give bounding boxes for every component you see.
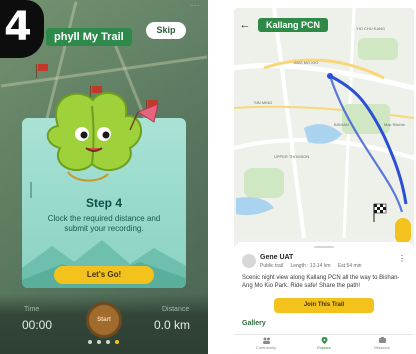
- trail-detail-screen: YIO CHU KANG ANG MO KIO BISHAN SIN MING …: [234, 8, 414, 354]
- trail-description: Scenic night view along Kallang PCN all …: [242, 275, 400, 289]
- page-dot: [115, 340, 119, 344]
- start-record-button[interactable]: Start: [86, 302, 122, 338]
- start-record-label: Start: [97, 317, 111, 323]
- map-pin-icon: [321, 337, 327, 344]
- map-label: SIN MING: [254, 100, 272, 105]
- map-label: ANG MO KIO: [294, 60, 318, 65]
- step-number-badge: 4: [0, 0, 44, 58]
- bottom-tab-bar: Community Explore Missions: [234, 334, 414, 354]
- missions-icon: [378, 337, 386, 343]
- join-trail-button[interactable]: Join This Trail: [274, 298, 374, 313]
- sheet-handle[interactable]: [314, 246, 334, 248]
- author-name: Gene UAT: [260, 254, 294, 261]
- tab-missions[interactable]: Missions: [362, 337, 402, 350]
- time-label: Time: [24, 306, 40, 313]
- trail-name: Kallang PCN: [258, 18, 329, 32]
- step-title: Step 4: [85, 196, 122, 210]
- tab-label: Explore: [317, 345, 331, 350]
- tab-explore[interactable]: Explore: [304, 337, 344, 350]
- flag-marker-icon: [36, 64, 48, 78]
- app-showcase: ··· phyll My Trail Skip Step 4 Clock the…: [0, 0, 416, 354]
- tab-label: Community: [255, 345, 277, 350]
- trail-map[interactable]: YIO CHU KANG ANG MO KIO BISHAN SIN MING …: [234, 8, 414, 238]
- recenter-button[interactable]: [395, 218, 411, 244]
- trail-visibility: Public trail: [260, 263, 284, 269]
- onboarding-screen: ··· phyll My Trail Skip Step 4 Clock the…: [0, 0, 208, 354]
- trail-header: ← Kallang PCN: [238, 16, 329, 34]
- step-description: Clock the required distance and submit y…: [47, 214, 161, 233]
- map-label: Mac Ritchie: [384, 122, 406, 127]
- distance-label: Distance: [162, 306, 190, 313]
- map-label: BISHAN: [334, 122, 349, 127]
- trail-info-sheet: Gene UAT Public trail Length : 13.14 km …: [234, 242, 414, 354]
- page-dot: [106, 340, 110, 344]
- back-arrow-icon[interactable]: ←: [238, 18, 252, 32]
- distance-value: 0.0 km: [154, 318, 191, 332]
- trail-meta: Public trail Length : 13.14 km Est 54 mi…: [260, 263, 368, 269]
- map-label: UPPER THOMSON: [274, 154, 309, 159]
- step-number: 4: [4, 4, 32, 50]
- tab-label: Missions: [374, 345, 390, 350]
- community-icon: [262, 337, 270, 344]
- time-value: 00:00: [22, 318, 53, 332]
- status-bar: ···: [191, 3, 200, 9]
- lets-go-button[interactable]: Let's Go!: [54, 266, 154, 284]
- trail-length: Length : 13.14 km: [290, 263, 331, 269]
- tab-community[interactable]: Community: [246, 337, 286, 350]
- avatar: [242, 254, 256, 268]
- trail-duration: Est 54 min: [337, 263, 362, 269]
- page-dot: [88, 340, 92, 344]
- leaf-mascot-icon: [46, 92, 159, 182]
- page-indicator: [80, 340, 130, 346]
- map-label: YIO CHU KANG: [356, 26, 385, 31]
- skip-button[interactable]: Skip: [146, 22, 186, 39]
- trail-title: phyll My Trail: [46, 28, 132, 46]
- gallery-heading: Gallery: [242, 320, 266, 327]
- page-dot: [97, 340, 101, 344]
- more-options-icon[interactable]: ⋮: [398, 255, 406, 263]
